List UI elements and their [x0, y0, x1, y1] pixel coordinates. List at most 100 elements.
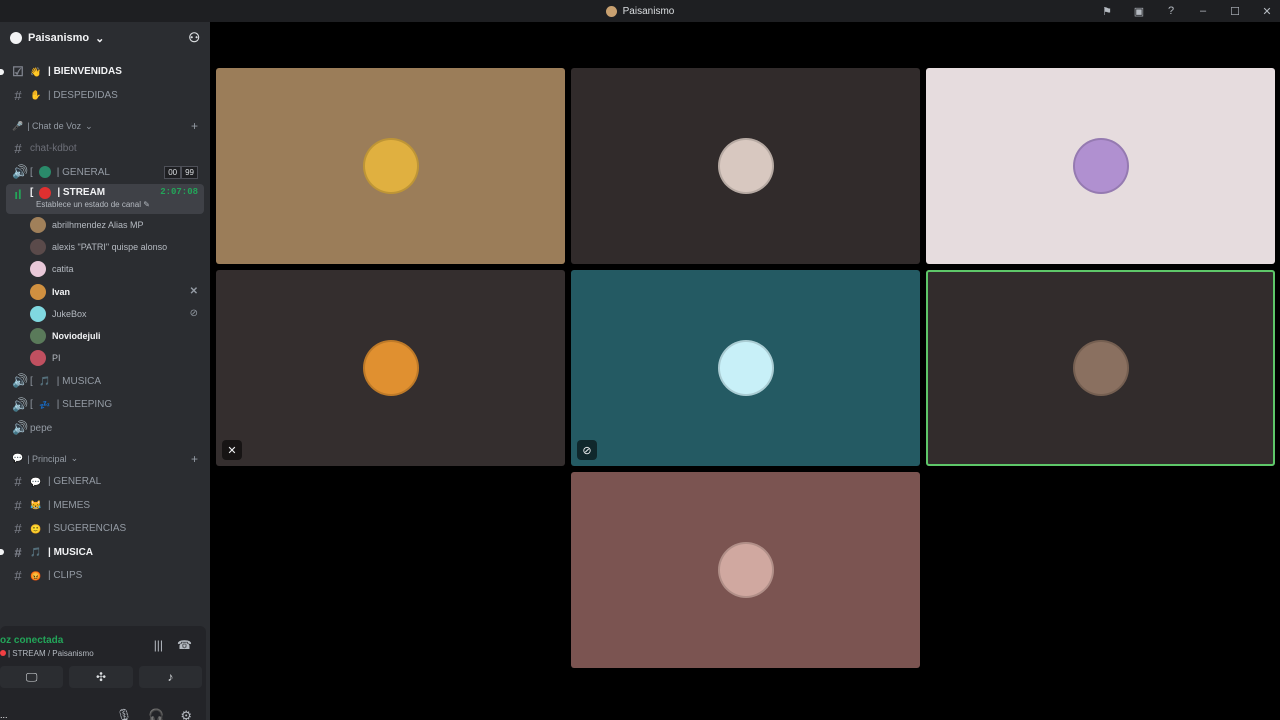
soundboard-icon: ♪: [167, 670, 174, 684]
chevron-down-icon: ⌄: [95, 32, 105, 45]
server-header[interactable]: Paisanismo ⌄ ⚇: [0, 22, 210, 54]
channel-prefix: [: [30, 375, 33, 387]
text-channel[interactable]: # 💬 | GENERAL: [0, 470, 210, 494]
participant-tile[interactable]: [216, 68, 565, 264]
participant-avatar: [362, 340, 419, 396]
flag-icon[interactable]: ⚑: [1100, 5, 1114, 18]
voice-channel[interactable]: 🔊 pepe: [0, 416, 210, 440]
titlebar-controls: ⚑ ▣? – ☐ ✕: [1100, 0, 1274, 22]
participant-tile[interactable]: [926, 270, 1275, 466]
red-circle-icon: [0, 650, 6, 656]
channel-0[interactable]: ☑ 👋 | BIENVENIDAS: [0, 60, 210, 84]
channel-emoji: 💤: [39, 399, 51, 410]
unread-indicator: [0, 549, 4, 556]
settings-icon[interactable]: ⚙: [180, 708, 192, 720]
avatar: [30, 239, 46, 256]
voice-channel[interactable]: 🔊[🎵 | MUSICA: [0, 369, 210, 393]
avatar: [30, 350, 46, 367]
participant-tile[interactable]: [926, 68, 1275, 264]
text-channel[interactable]: # 😹 | MEMES: [0, 493, 210, 517]
member-name: alexis "PATRI" quispe alonso: [52, 242, 168, 253]
participant-avatar: [717, 542, 774, 598]
channel-status-text: Establece un estado de canal: [36, 200, 141, 209]
deafened-icon: ⊘: [577, 440, 597, 460]
voice-member[interactable]: Ivan ✕: [0, 281, 210, 303]
activities-icon: ✣: [95, 670, 107, 684]
channel-emoji: 👋: [30, 66, 42, 77]
minimize-icon[interactable]: –: [1196, 5, 1210, 17]
channel-emoji: 🎵: [39, 376, 51, 387]
channel-emoji: 🎵: [30, 547, 42, 558]
category-chat-de-voz[interactable]: 🎤 | Chat de Voz ⌄ +: [0, 115, 210, 137]
microphone-icon[interactable]: 🎙: [116, 708, 133, 720]
voice-channel-path-text: | STREAM / Paisanismo: [8, 649, 94, 658]
participant-avatar: [1072, 340, 1129, 396]
channel-label: | GENERAL: [56, 166, 110, 178]
voice-member-list: abrilhmendez Alias MP alexis "PATRI" quis…: [0, 214, 210, 369]
channel-chat-kdbot[interactable]: # chat-kdbot: [0, 137, 210, 161]
channel-label: | STREAM: [57, 187, 106, 198]
deafened-icon: ⊘: [189, 308, 198, 320]
avatar: [30, 305, 46, 322]
participant-tile[interactable]: [571, 68, 920, 264]
voice-member[interactable]: PI: [0, 347, 210, 369]
channel-1[interactable]: # ✋ | DESPEDIDAS: [0, 84, 210, 108]
user-limit-badge: 00 99: [164, 165, 198, 179]
voice-channel-general[interactable]: 🔊 [ | GENERAL 00 99: [0, 161, 210, 185]
screen-share-icon: 🖵: [25, 669, 38, 684]
maximize-icon[interactable]: ☐: [1228, 5, 1242, 18]
activities-button[interactable]: ✣: [69, 666, 133, 688]
disconnect-icon[interactable]: ☎: [177, 638, 192, 652]
hash-icon: #: [14, 568, 22, 584]
channel-emoji: 😹: [30, 500, 42, 511]
server-avatar-icon: [605, 5, 617, 17]
category-label: | Chat de Voz: [27, 121, 82, 131]
text-channel[interactable]: # 😡 | CLIPS: [0, 564, 210, 588]
hash-icon: #: [14, 544, 22, 560]
channel-label: | DESPEDIDAS: [48, 89, 118, 101]
participant-tile[interactable]: ⊘: [571, 270, 920, 466]
speaker-icon: 🔊: [12, 164, 29, 180]
channel-prefix: [: [30, 166, 33, 178]
channel-emoji: ✋: [30, 90, 42, 101]
create-channel-button[interactable]: +: [191, 452, 198, 466]
category-principal[interactable]: 💬 | Principal ⌄ +: [0, 448, 210, 470]
help-icon[interactable]: ?: [1164, 5, 1178, 17]
avatar: [30, 328, 46, 345]
channel-prefix: [: [30, 399, 33, 411]
voice-member[interactable]: catita: [0, 258, 210, 280]
waveform-icon[interactable]: |||: [154, 638, 163, 652]
inbox-icon[interactable]: ▣: [1132, 5, 1146, 18]
window-title-text: Paisanismo: [622, 5, 675, 17]
soundboard-button[interactable]: ♪: [138, 666, 202, 688]
channel-label: | MUSICA: [48, 546, 94, 558]
speaker-icon: 🔊: [12, 373, 29, 389]
participant-tile[interactable]: [571, 472, 920, 668]
member-name: Ivan: [52, 286, 71, 297]
member-name: JukeBox: [52, 308, 87, 319]
headphones-icon[interactable]: 🎧: [148, 708, 164, 720]
user-count: 00: [164, 165, 182, 179]
text-channel[interactable]: # 🙂 | SUGERENCIAS: [0, 517, 210, 541]
channel-status[interactable]: Establece un estado de canal ✎: [36, 200, 150, 209]
text-channel[interactable]: # 🎵 | MUSICA: [0, 540, 210, 564]
voice-member[interactable]: Noviodejuli: [0, 325, 210, 347]
username[interactable]: ...: [0, 710, 8, 720]
voice-member[interactable]: alexis "PATRI" quispe alonso: [0, 236, 210, 258]
participant-tile[interactable]: ✕: [216, 270, 565, 466]
voice-member[interactable]: JukeBox ⊘: [0, 303, 210, 325]
chevron-down-icon: ⌄: [70, 453, 79, 464]
voice-channel-stream[interactable]: ıl [ | STREAM 2:07:08 Establece un estad…: [6, 184, 204, 214]
screen-share-button[interactable]: 🖵: [0, 666, 64, 688]
server-icon: [10, 32, 22, 44]
participant-avatar: [362, 138, 419, 194]
voice-channel-path[interactable]: | STREAM / Paisanismo: [0, 649, 94, 658]
invite-people-icon[interactable]: ⚇: [188, 30, 200, 46]
rules-icon: ☑: [12, 63, 24, 79]
create-channel-button[interactable]: +: [191, 119, 198, 133]
voice-member[interactable]: abrilhmendez Alias MP: [0, 214, 210, 236]
voice-channel[interactable]: 🔊[💤 | SLEEPING: [0, 393, 210, 417]
avatar: [30, 283, 46, 300]
hash-icon: #: [14, 87, 22, 103]
close-icon[interactable]: ✕: [1260, 5, 1274, 18]
